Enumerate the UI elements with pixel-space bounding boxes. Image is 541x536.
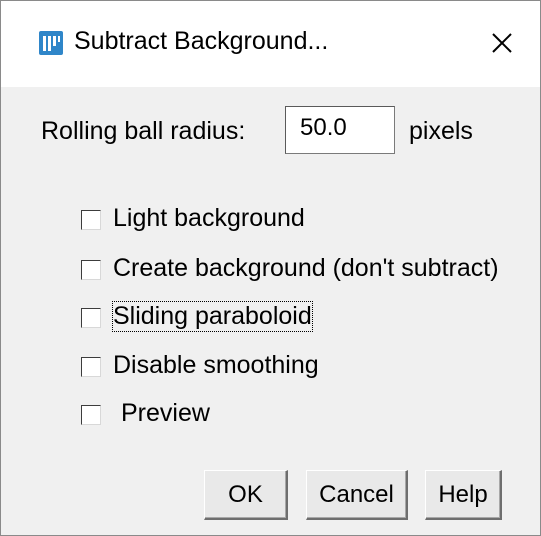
preview-checkbox[interactable] [81, 405, 101, 425]
close-button[interactable] [487, 28, 517, 58]
title-bar[interactable]: Subtract Background... [1, 1, 540, 87]
preview-label: Preview [121, 399, 210, 427]
light-background-label: Light background [113, 204, 305, 232]
cancel-button[interactable]: Cancel [306, 470, 408, 520]
imagej-icon [39, 31, 63, 55]
subtract-background-dialog: Subtract Background... Rolling ball radi… [0, 0, 541, 536]
sliding-paraboloid-label: Sliding paraboloid [112, 301, 313, 332]
light-background-checkbox[interactable] [81, 210, 101, 230]
sliding-paraboloid-checkbox[interactable] [81, 308, 101, 328]
help-button[interactable]: Help [425, 470, 502, 520]
radius-input[interactable]: 50.0 [285, 106, 395, 154]
close-icon [492, 33, 512, 53]
create-background-checkbox[interactable] [81, 260, 101, 280]
radius-unit-label: pixels [409, 117, 473, 145]
disable-smoothing-checkbox[interactable] [81, 357, 101, 377]
window-title: Subtract Background... [74, 27, 329, 55]
ok-button[interactable]: OK [204, 470, 288, 520]
radius-label: Rolling ball radius: [41, 117, 246, 145]
disable-smoothing-label: Disable smoothing [113, 351, 319, 379]
create-background-label: Create background (don't subtract) [113, 254, 499, 282]
